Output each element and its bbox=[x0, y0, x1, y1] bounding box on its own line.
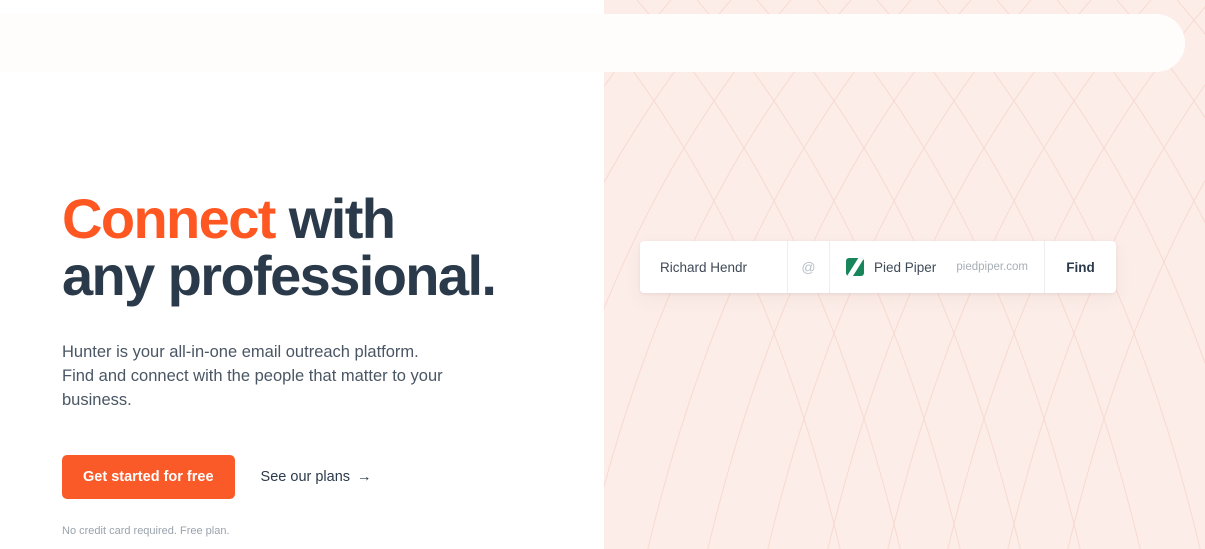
email-finder-widget: Richard Hendr @ Pied Piper piedpiper.com… bbox=[640, 241, 1116, 293]
headline-line2: any professional. bbox=[62, 244, 497, 308]
find-button[interactable]: Find bbox=[1044, 241, 1116, 293]
hunter-landing-page: hunter Product Pricing Resources Company bbox=[0, 0, 1205, 549]
hero-subtext: Hunter is your all-in-one email outreach… bbox=[62, 343, 443, 410]
at-symbol: @ bbox=[801, 259, 816, 275]
headline-accent: Connect bbox=[62, 187, 276, 250]
company-name: Pied Piper bbox=[874, 259, 937, 275]
cta-microcopy: No credit card required. Free plan. bbox=[62, 525, 230, 538]
full-name-value: Richard Hendr bbox=[660, 259, 748, 275]
company-selector[interactable]: Pied Piper piedpiper.com bbox=[830, 241, 1044, 293]
see-plans-button[interactable]: See our plans → bbox=[261, 469, 372, 485]
company-domain: piedpiper.com bbox=[956, 261, 1028, 273]
get-started-button[interactable]: Get started for free bbox=[62, 455, 235, 500]
see-plans-label: See our plans bbox=[260, 469, 351, 486]
arrow-right-icon: → bbox=[357, 469, 372, 486]
pied-piper-logo-icon bbox=[846, 258, 864, 276]
headline-rest: with bbox=[274, 187, 396, 250]
cta-row: Get started for free See our plans → bbox=[62, 455, 582, 500]
at-symbol-icon: @ bbox=[787, 241, 830, 293]
page-title: Connect with any professional. bbox=[62, 190, 582, 304]
header-band bbox=[0, 14, 1185, 72]
find-label: Find bbox=[1066, 259, 1095, 275]
full-name-input[interactable]: Richard Hendr bbox=[640, 241, 787, 293]
hero-content: Connect with any professional. Hunter is… bbox=[62, 190, 582, 537]
